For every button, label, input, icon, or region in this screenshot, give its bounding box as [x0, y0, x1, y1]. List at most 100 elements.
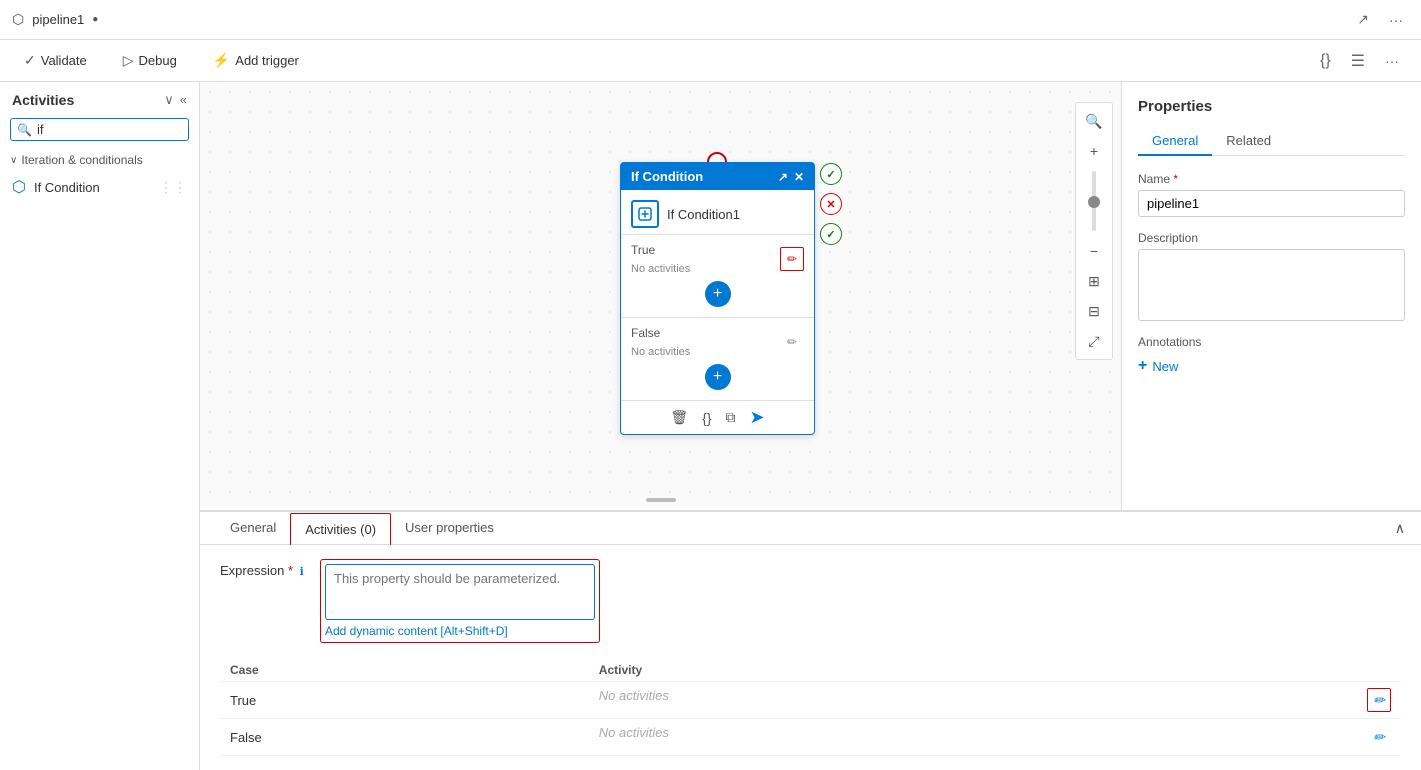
- search-input[interactable]: [37, 122, 182, 137]
- activity-header: Activity: [589, 659, 1401, 682]
- bottom-check-icon: ✓: [820, 223, 842, 245]
- add-icon: +: [1138, 357, 1147, 375]
- hide-sidebar-icon[interactable]: «: [180, 92, 187, 108]
- if-false-sub: No activities: [631, 346, 690, 358]
- canvas-controls: 🔍 + − ⊞ ⊟ ⤢: [1075, 102, 1113, 360]
- case-header: Case: [220, 659, 589, 682]
- right-panel-title: Properties: [1138, 98, 1405, 115]
- delete-icon[interactable]: 🗑: [670, 409, 688, 426]
- if-card-expand-icon[interactable]: ↗: [778, 170, 788, 184]
- grid-button[interactable]: ⊟: [1080, 297, 1108, 325]
- more-options-button[interactable]: ···: [1383, 9, 1409, 30]
- field-name-label: Name *: [1138, 172, 1405, 186]
- collapse-bottom-panel-icon[interactable]: ∧: [1395, 520, 1405, 537]
- expression-field-label: Expression * ℹ: [220, 563, 310, 578]
- zoom-in-button[interactable]: +: [1080, 137, 1108, 165]
- tab-user-props-bottom[interactable]: User properties: [391, 512, 508, 545]
- main-layout: Activities ∨ « 🔍 ∨ Iteration & condition…: [0, 82, 1421, 770]
- expression-info-icon[interactable]: ℹ: [300, 566, 304, 578]
- zoom-slider-thumb[interactable]: [1088, 196, 1100, 208]
- param-button[interactable]: ☰: [1345, 49, 1371, 73]
- case-true-cell: True: [220, 682, 589, 719]
- if-condition-label: If Condition: [34, 180, 100, 195]
- if-card-title-row: If Condition1: [621, 190, 814, 234]
- case-table: Case Activity True No activities ✏: [220, 659, 1401, 756]
- code-icon[interactable]: {}: [702, 410, 711, 426]
- fit-view-button[interactable]: ⊞: [1080, 267, 1108, 295]
- table-row: False No activities ✏: [220, 719, 1401, 756]
- activity-true-cell: No activities ✏: [589, 682, 1401, 719]
- if-true-sub: No activities: [631, 263, 690, 275]
- name-required-marker: *: [1173, 172, 1178, 186]
- if-false-add-button[interactable]: +: [705, 364, 731, 390]
- canvas-area: If Condition ↗ ✕: [200, 82, 1121, 510]
- if-condition-item[interactable]: ⬡ If Condition ⋮⋮: [0, 171, 199, 203]
- add-dynamic-content-link[interactable]: Add dynamic content [Alt+Shift+D]: [325, 624, 595, 638]
- category-chevron-icon: ∨: [10, 155, 17, 166]
- top-bar: ⬡ pipeline1 ● ↗ ···: [0, 0, 1421, 40]
- search-zoom-button[interactable]: 🔍: [1080, 107, 1108, 135]
- expression-textarea[interactable]: [325, 564, 595, 620]
- debug-icon: ▷: [123, 52, 134, 69]
- toolbar-more-button[interactable]: ···: [1379, 49, 1405, 73]
- expand-button[interactable]: ↗: [1351, 9, 1375, 30]
- right-panel: Properties General Related Name * Descri…: [1121, 82, 1421, 510]
- true-check-icon: ✓: [820, 163, 842, 185]
- tab-general[interactable]: General: [1138, 127, 1212, 156]
- collapse-icon[interactable]: ∨: [164, 92, 174, 108]
- if-true-add-button[interactable]: +: [705, 281, 731, 307]
- edit-false-case-button[interactable]: ✏: [1367, 725, 1391, 749]
- category-header[interactable]: ∨ Iteration & conditionals: [0, 145, 199, 171]
- sidebar-title: Activities: [12, 92, 74, 108]
- pipeline-icon: ⬡: [12, 11, 24, 28]
- false-cross-icon: ✕: [820, 193, 842, 215]
- if-true-edit-button[interactable]: ✏: [780, 247, 804, 271]
- unsaved-dot: ●: [92, 14, 98, 25]
- edit-true-case-button[interactable]: ✏: [1367, 688, 1391, 712]
- side-icons: ✓ ✕ ✓: [820, 163, 842, 245]
- copy-icon[interactable]: ⧉: [726, 409, 736, 426]
- bottom-content: Expression * ℹ Add dynamic content [Alt+…: [200, 545, 1421, 770]
- tab-activities-bottom[interactable]: Activities (0): [290, 513, 391, 545]
- annotations-label: Annotations: [1138, 335, 1405, 349]
- navigate-icon[interactable]: ➤: [750, 407, 765, 428]
- if-false-label: False: [631, 326, 660, 340]
- bottom-tabs: General Activities (0) User properties ∧: [200, 512, 1421, 545]
- search-box: 🔍: [10, 118, 189, 141]
- name-input[interactable]: [1138, 190, 1405, 217]
- if-card-more-icon[interactable]: ✕: [794, 170, 804, 184]
- expression-input-container: Add dynamic content [Alt+Shift+D]: [320, 559, 600, 643]
- validate-icon: ✓: [24, 52, 36, 69]
- tab-related[interactable]: Related: [1212, 127, 1285, 156]
- if-card-title: If Condition1: [667, 207, 740, 222]
- toolbar: ✓ Validate ▷ Debug ⚡ Add trigger {} ☰ ··…: [0, 40, 1421, 82]
- validate-button[interactable]: ✓ Validate: [16, 48, 95, 73]
- zoom-slider-track[interactable]: [1092, 171, 1096, 231]
- left-sidebar: Activities ∨ « 🔍 ∨ Iteration & condition…: [0, 82, 200, 770]
- if-card-header: If Condition ↗ ✕: [621, 163, 814, 190]
- if-condition-icon: ⬡: [12, 177, 26, 197]
- case-false-cell: False: [220, 719, 589, 756]
- trigger-icon: ⚡: [213, 52, 230, 69]
- right-panel-tabs: General Related: [1138, 127, 1405, 156]
- add-trigger-button[interactable]: ⚡ Add trigger: [205, 48, 307, 73]
- expression-input-wrap: Add dynamic content [Alt+Shift+D]: [325, 564, 595, 638]
- debug-button[interactable]: ▷ Debug: [115, 48, 185, 73]
- expression-required-marker: *: [288, 563, 293, 578]
- if-card-footer: 🗑 {} ⧉ ➤: [621, 400, 814, 434]
- bottom-panel: General Activities (0) User properties ∧…: [200, 510, 1421, 770]
- if-false-edit-button[interactable]: ✏: [780, 330, 804, 354]
- fullscreen-button[interactable]: ⤢: [1080, 327, 1108, 355]
- if-card-header-label: If Condition: [631, 169, 703, 184]
- code-button[interactable]: {}: [1314, 49, 1337, 73]
- add-new-button[interactable]: + New: [1138, 357, 1405, 375]
- drag-handle-icon: ⋮⋮: [159, 179, 187, 196]
- activity-false-cell: No activities ✏: [589, 719, 1401, 756]
- table-row: True No activities ✏: [220, 682, 1401, 719]
- canvas-separator: [646, 498, 676, 502]
- zoom-out-button[interactable]: −: [1080, 237, 1108, 265]
- if-true-section: True No activities ✏ +: [621, 234, 814, 317]
- tab-general-bottom[interactable]: General: [216, 512, 290, 545]
- if-card-activity-icon: [631, 200, 659, 228]
- description-textarea[interactable]: [1138, 249, 1405, 321]
